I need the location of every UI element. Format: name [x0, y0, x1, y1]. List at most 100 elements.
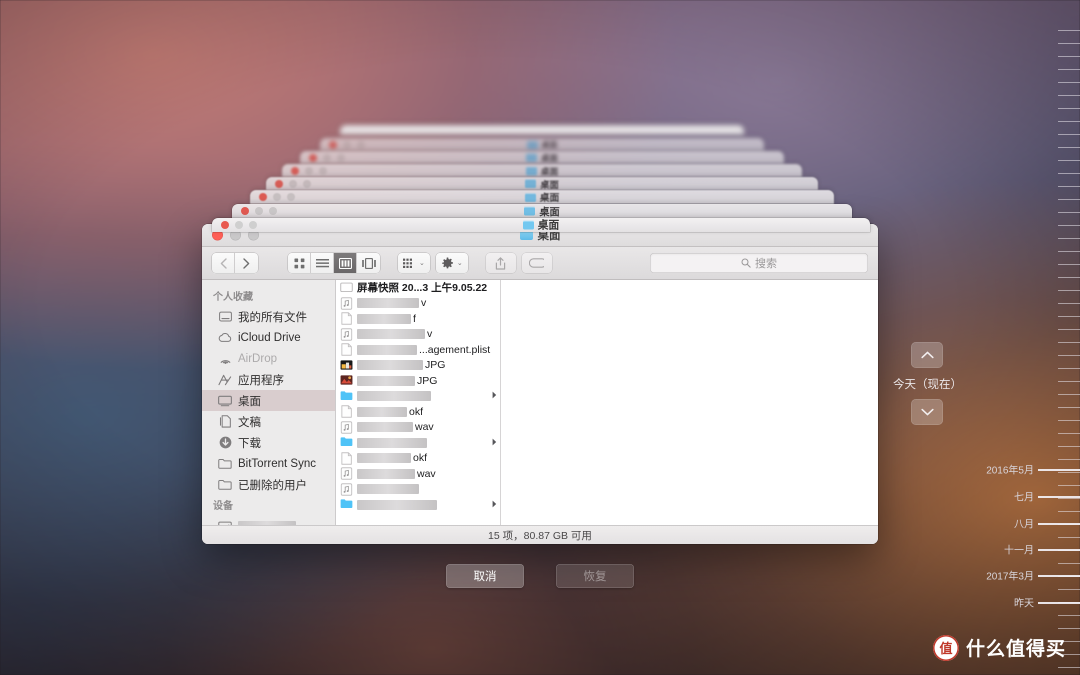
- timeline-tick-major[interactable]: [1038, 496, 1080, 498]
- timeline-tick-major[interactable]: [1038, 469, 1080, 471]
- file-row[interactable]: [336, 435, 500, 451]
- stacked-window-title: 桌面: [266, 177, 818, 190]
- sidebar-item-文稿[interactable]: 文稿: [202, 411, 335, 432]
- back-button[interactable]: [212, 253, 235, 273]
- file-name: ...agement.plist: [357, 344, 497, 356]
- file-row[interactable]: f: [336, 311, 500, 327]
- sidebar-item-airdrop[interactable]: AirDrop: [202, 348, 335, 369]
- file-row[interactable]: okf: [336, 404, 500, 420]
- desktop-icon: [218, 394, 232, 407]
- share-button[interactable]: [485, 253, 516, 273]
- sidebar-item-label: 我的所有文件: [238, 311, 307, 324]
- file-row[interactable]: [336, 497, 500, 513]
- file-name: okf: [357, 406, 497, 418]
- column-view-container: 屏幕快照 20...3 上午9.05.22 v f v ...agement.plist…: [336, 280, 878, 525]
- file-name: okf: [357, 452, 497, 464]
- restore-button[interactable]: 恢复: [556, 564, 634, 588]
- sidebar-item-下载[interactable]: 下载: [202, 432, 335, 453]
- navigation-buttons: [212, 253, 258, 273]
- file-name-text: okf: [413, 452, 428, 465]
- disclosure-arrow-icon[interactable]: [490, 438, 497, 448]
- timeline-tick: [1058, 615, 1080, 616]
- stacked-window-title-text: 桌面: [539, 207, 560, 219]
- file-row[interactable]: okf: [336, 451, 500, 467]
- file-column-first[interactable]: 屏幕快照 20...3 上午9.05.22 v f v ...agement.plist…: [336, 280, 501, 525]
- cancel-button[interactable]: 取消: [446, 564, 524, 588]
- timeline-label[interactable]: 2017年3月: [986, 568, 1034, 583]
- icon-view-button[interactable]: [288, 253, 311, 273]
- file-row[interactable]: 屏幕快照 20...3 上午9.05.22: [336, 280, 500, 296]
- file-column-second[interactable]: [501, 280, 878, 525]
- timeline-label[interactable]: 十一月: [1004, 542, 1034, 557]
- sidebar-item-应用程序[interactable]: 应用程序: [202, 369, 335, 390]
- tag-button[interactable]: [521, 253, 552, 273]
- list-view-button[interactable]: [311, 253, 334, 273]
- forward-button[interactable]: [235, 253, 258, 273]
- stacked-window[interactable]: 桌面: [266, 177, 818, 190]
- file-row[interactable]: wav: [336, 466, 500, 482]
- cloud-icon: [218, 331, 232, 344]
- timeline-tick-major[interactable]: [1038, 523, 1080, 525]
- file-name: 屏幕快照 20...3 上午9.05.22: [357, 282, 488, 295]
- stacked-window[interactable]: 桌面: [212, 218, 870, 232]
- timeline-tick: [1058, 43, 1080, 44]
- file-row[interactable]: v: [336, 327, 500, 343]
- timeline-down-button[interactable]: [911, 399, 943, 425]
- sidebar-item-label: AirDrop: [238, 352, 277, 365]
- sidebar-item-bittorrent-sync[interactable]: BitTorrent Sync: [202, 453, 335, 474]
- file-name-text: v: [427, 328, 433, 341]
- timeline-label[interactable]: 八月: [1014, 516, 1034, 531]
- timeline-tick: [1058, 160, 1080, 161]
- audio-icon: [340, 297, 353, 310]
- sidebar-item-device[interactable]: [202, 515, 335, 525]
- action-button[interactable]: ⌄: [435, 253, 468, 273]
- folder-icon: [525, 166, 537, 175]
- timeline-label[interactable]: 昨天: [1014, 595, 1034, 610]
- timeline-tick: [1058, 186, 1080, 187]
- sidebar-item-我的所有文件[interactable]: 我的所有文件: [202, 306, 335, 327]
- file-row[interactable]: JPG: [336, 358, 500, 374]
- timeline-label[interactable]: 2016年5月: [986, 462, 1034, 477]
- disclosure-arrow-icon[interactable]: [490, 391, 497, 401]
- timeline-label[interactable]: 七月: [1014, 489, 1034, 504]
- stacked-window[interactable]: 桌面: [282, 164, 802, 177]
- disclosure-arrow-icon[interactable]: [490, 500, 497, 510]
- search-input[interactable]: 搜索: [650, 253, 868, 273]
- stacked-window[interactable]: 桌面: [232, 204, 852, 218]
- folder-icon: [340, 390, 353, 403]
- sidebar-item-已删除的用户[interactable]: 已删除的用户: [202, 474, 335, 495]
- audio-icon: [340, 328, 353, 341]
- file-row[interactable]: [336, 389, 500, 405]
- sidebar-item-桌面[interactable]: 桌面: [202, 390, 335, 411]
- column-view-button[interactable]: [334, 253, 357, 273]
- sidebar-item-icloud-drive[interactable]: iCloud Drive: [202, 327, 335, 348]
- timeline-tick-major[interactable]: [1038, 575, 1080, 577]
- chevron-down-icon: [920, 408, 934, 416]
- file-row[interactable]: [336, 482, 500, 498]
- file-row[interactable]: ...agement.plist: [336, 342, 500, 358]
- stacked-window[interactable]: [340, 125, 744, 135]
- file-row[interactable]: v: [336, 296, 500, 312]
- arrange-button[interactable]: ⌄: [398, 253, 430, 273]
- stacked-window[interactable]: 桌面: [320, 138, 764, 151]
- file-row[interactable]: JPG: [336, 373, 500, 389]
- timeline-tick: [1058, 264, 1080, 265]
- stacked-window[interactable]: 桌面: [300, 151, 784, 164]
- folder-icon: [340, 436, 353, 449]
- file-name: f: [357, 313, 497, 325]
- stacked-window[interactable]: 桌面: [250, 190, 834, 204]
- timemachine-timeline[interactable]: 2016年5月七月八月十一月 2017年3月昨天: [972, 0, 1080, 675]
- airdrop-icon: [218, 352, 232, 365]
- timeline-up-button[interactable]: [911, 342, 943, 368]
- timeline-tick: [1058, 355, 1080, 356]
- timeline-tick-major[interactable]: [1038, 549, 1080, 551]
- timeline-tick: [1058, 433, 1080, 434]
- timeline-tick: [1058, 199, 1080, 200]
- arrange-grid-icon: [403, 258, 412, 268]
- redacted-filename: [357, 329, 425, 340]
- file-row[interactable]: wav: [336, 420, 500, 436]
- gallery-view-button[interactable]: [357, 253, 380, 273]
- gear-icon: [441, 256, 453, 268]
- timeline-tick-major[interactable]: [1038, 602, 1080, 604]
- chevron-down-icon: ⌄: [456, 259, 463, 267]
